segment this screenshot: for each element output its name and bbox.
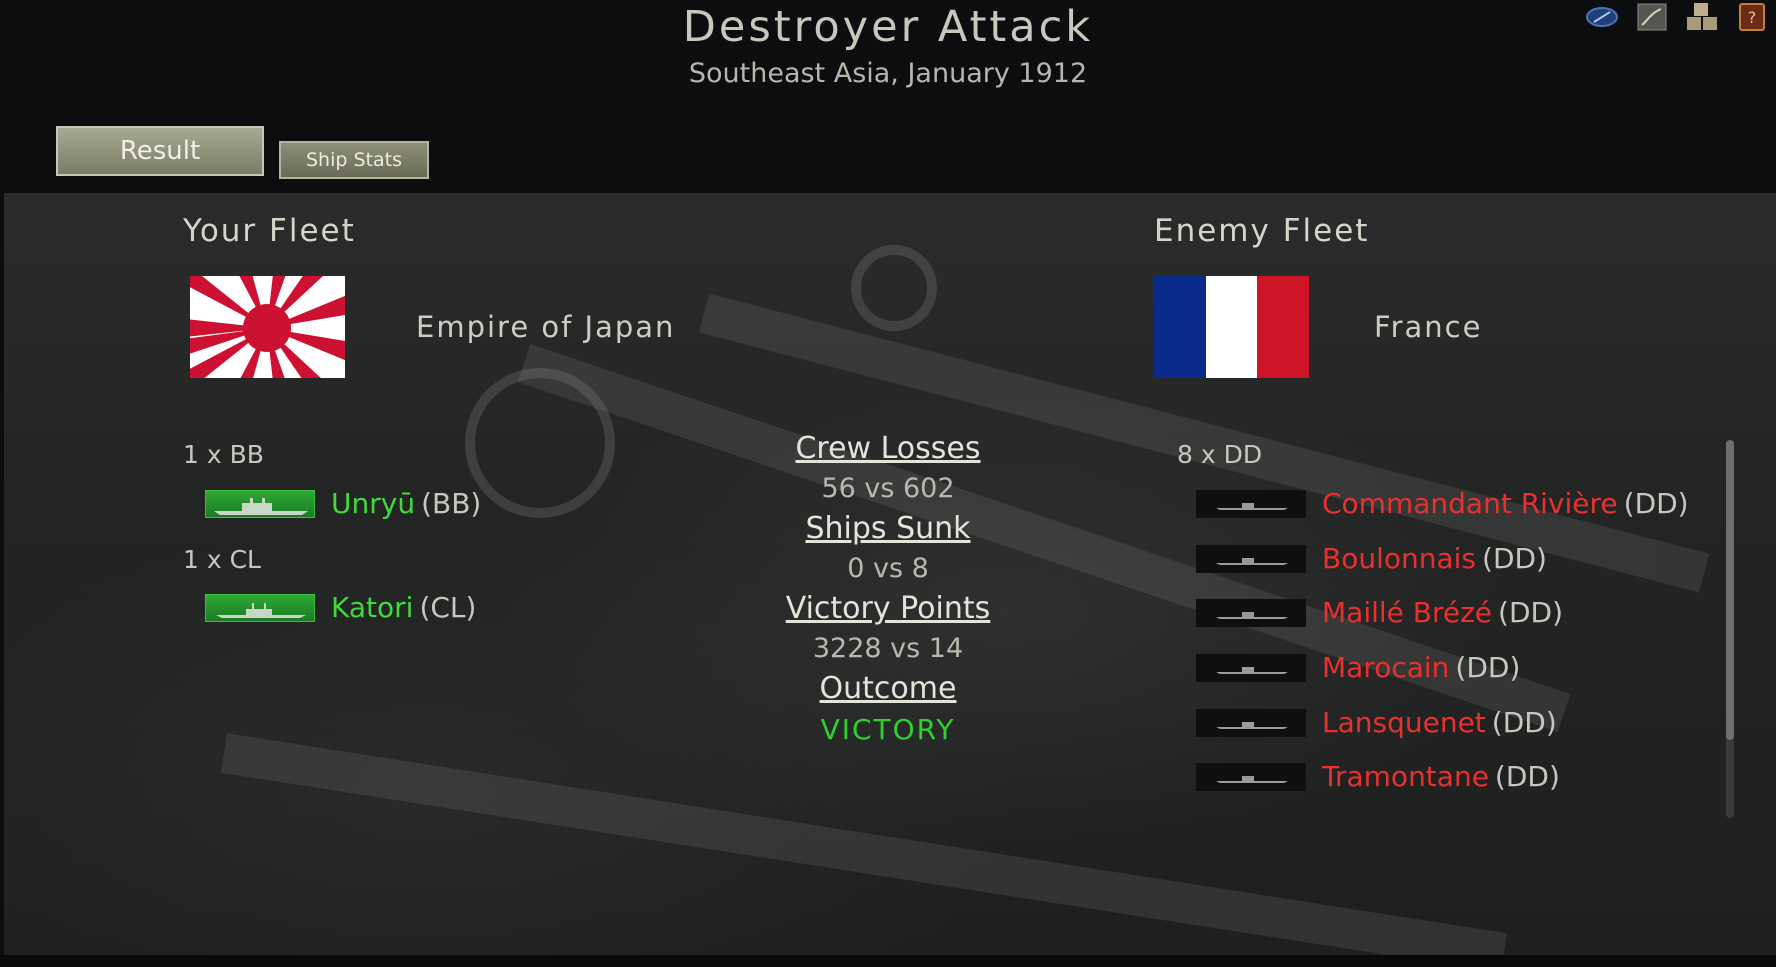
- japan-flag: [177, 238, 357, 418]
- battle-result-screen: Destroyer Attack Southeast Asia, January…: [0, 0, 1776, 967]
- enemy-ship-row[interactable]: Tramontane (DD): [1196, 760, 1560, 793]
- compass-icon[interactable]: [1584, 2, 1620, 32]
- enemy-ship-type: (DD): [1494, 760, 1560, 793]
- tab-ship-stats[interactable]: Ship Stats: [279, 141, 429, 179]
- victory-points-value: 3228 vs 14: [812, 633, 964, 664]
- your-nation: Empire of Japan: [416, 310, 676, 344]
- tab-result[interactable]: Result: [56, 126, 264, 176]
- crew-losses-label: Crew Losses: [795, 431, 981, 466]
- victory-points-label: Victory Points: [785, 591, 991, 626]
- france-flag: [1154, 276, 1309, 382]
- battle-title: Destroyer Attack: [682, 2, 1094, 52]
- top-toolbar: ?: [1584, 0, 1776, 34]
- your-fleet-heading: Your Fleet: [183, 213, 356, 249]
- chart-icon[interactable]: [1634, 2, 1670, 32]
- crew-losses-value: 56 vs 602: [821, 473, 955, 504]
- help-book-icon[interactable]: ?: [1734, 2, 1770, 32]
- ships-sunk-label: Ships Sunk: [805, 511, 971, 546]
- bottom-strip: [0, 955, 1776, 967]
- battle-subtitle: Southeast Asia, January 1912: [688, 58, 1088, 89]
- enemy-fleet-heading: Enemy Fleet: [1154, 213, 1370, 249]
- enemy-nation: France: [1374, 310, 1483, 344]
- enemy-list-scrollbar[interactable]: [1726, 440, 1734, 818]
- abc-blocks-icon[interactable]: [1684, 2, 1720, 32]
- enemy-ship-name: Tramontane: [1322, 760, 1489, 793]
- scrollbar-thumb[interactable]: [1726, 440, 1734, 740]
- outcome-value: VICTORY: [820, 713, 956, 746]
- destroyer-silhouette-icon: [1196, 762, 1306, 791]
- outcome-label: Outcome: [819, 671, 957, 706]
- ships-sunk-value: 0 vs 8: [847, 553, 929, 584]
- svg-text:?: ?: [1748, 8, 1757, 27]
